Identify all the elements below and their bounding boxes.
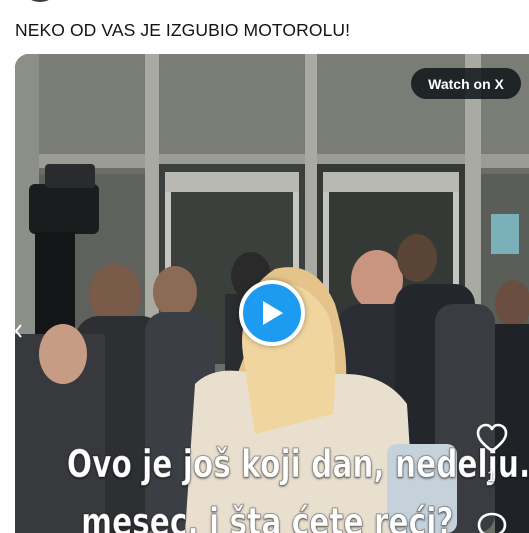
watch-on-x-button[interactable]: Watch on X [411,68,521,99]
like-count: 1 [487,468,496,485]
video-caption-line-2: mesec, i šta ćete reći? [81,500,454,533]
play-icon [263,301,283,325]
comment-icon[interactable] [475,510,509,533]
video-caption-line-1: Ovo je još koji dan, nedelju.. [66,442,529,487]
previous-post-header [0,0,529,8]
post-text: NEKO OD VAS JE IZGUBIO MOTOROLU! [15,20,351,40]
video-player[interactable]: Watch on X Ovo je još koji dan, nedelju.… [15,54,529,533]
play-button[interactable] [239,280,305,346]
chevron-left-icon [15,324,22,338]
heart-icon[interactable] [475,422,509,454]
avatar[interactable] [20,0,60,2]
